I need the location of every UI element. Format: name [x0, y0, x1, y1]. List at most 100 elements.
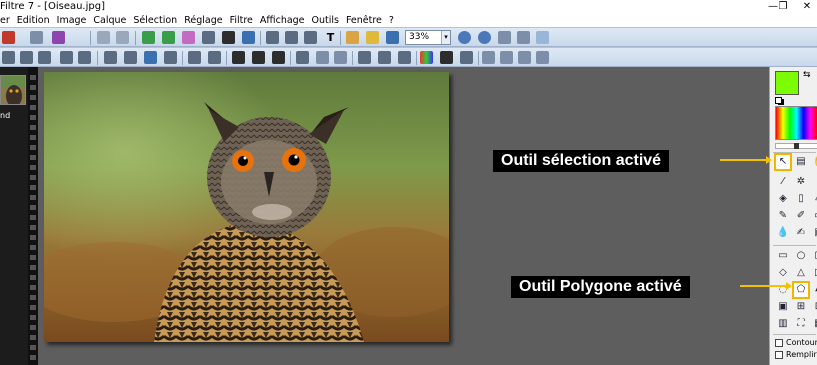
copy-icon[interactable] [142, 31, 155, 44]
contour-checkbox[interactable] [775, 339, 783, 347]
fullscreen-icon[interactable] [536, 31, 549, 44]
tiles-icon[interactable] [518, 51, 531, 64]
image-icon[interactable] [202, 31, 215, 44]
menu-selection[interactable]: Sélection [133, 15, 177, 26]
brush-icon[interactable]: ✎ [776, 209, 790, 223]
fill-bucket-icon[interactable]: ◈ [776, 192, 790, 206]
brightness-icon[interactable] [104, 51, 117, 64]
plugin-icon[interactable] [346, 31, 359, 44]
magic-wand-icon[interactable]: ✲ [794, 175, 808, 189]
clone-brush-icon[interactable]: ✐ [794, 209, 808, 223]
resize-icon[interactable] [285, 31, 298, 44]
perspective-icon[interactable] [208, 51, 221, 64]
remplir-checkbox[interactable] [775, 351, 783, 359]
menu-calque[interactable]: Calque [93, 15, 126, 26]
balance-icon[interactable] [144, 51, 157, 64]
emboss-icon[interactable] [378, 51, 391, 64]
frame-icon[interactable] [296, 51, 309, 64]
hue-icon[interactable] [164, 51, 177, 64]
selection-shrink-icon[interactable]: ⊟ [812, 300, 817, 314]
layer-icon[interactable] [182, 31, 195, 44]
effect-icon[interactable] [242, 31, 255, 44]
level-icon[interactable] [60, 51, 73, 64]
selection-expand-icon[interactable]: ⊞ [794, 300, 808, 314]
batch-icon[interactable] [366, 31, 379, 44]
new-file-icon[interactable] [2, 31, 15, 44]
menu-outils[interactable]: Outils [312, 15, 339, 26]
blur-icon[interactable] [272, 51, 285, 64]
menu-edition[interactable]: Edition [17, 15, 50, 26]
polygon-tool-icon[interactable]: ⬠ [792, 281, 810, 299]
settings-icon[interactable] [536, 51, 549, 64]
folder-shape-icon[interactable]: ▰ [812, 283, 817, 297]
effects-icon[interactable] [460, 51, 473, 64]
line-tool-icon[interactable]: / [812, 175, 817, 189]
select-mode-icon[interactable] [2, 51, 15, 64]
capture-icon[interactable] [386, 31, 399, 44]
open-icon[interactable] [30, 31, 43, 44]
diamond-icon[interactable]: ◇ [776, 266, 790, 280]
hand-tool-icon[interactable]: ✋ [812, 155, 817, 169]
foreground-color-swatch[interactable] [775, 71, 799, 95]
chevron-down-icon[interactable]: ▾ [441, 31, 450, 44]
color-icon[interactable] [420, 51, 433, 64]
menu-reglage[interactable]: Réglage [184, 15, 222, 26]
grid-icon[interactable] [222, 31, 235, 44]
drop-2-icon[interactable] [334, 51, 347, 64]
text-icon[interactable]: T [324, 31, 337, 44]
color-spectrum[interactable] [775, 106, 817, 140]
close-button[interactable]: ✕ [797, 0, 817, 13]
pipette-icon[interactable]: ⁄ [776, 175, 790, 189]
actual-size-icon[interactable] [517, 31, 530, 44]
drop-icon[interactable] [316, 51, 329, 64]
menu-filtre[interactable]: Filtre [230, 15, 253, 26]
rounded-rect-icon[interactable]: ▢ [812, 249, 817, 263]
undo-icon[interactable] [97, 31, 110, 44]
print-icon[interactable] [52, 31, 65, 44]
restore-button[interactable]: ❐ [773, 0, 793, 13]
save-selection-icon[interactable]: ▤ [794, 155, 808, 169]
columns-icon[interactable] [482, 51, 495, 64]
ellipse-icon[interactable]: ○ [794, 249, 808, 263]
menu-help[interactable]: ? [389, 15, 394, 26]
align-left-icon[interactable]: ▥ [776, 317, 790, 331]
zoom-select[interactable]: 33% ▾ [405, 30, 451, 45]
curve-icon[interactable] [78, 51, 91, 64]
sharpen-icon[interactable] [252, 51, 265, 64]
right-triangle-icon[interactable]: ▷ [812, 266, 817, 280]
color-slider[interactable] [775, 143, 817, 149]
owl-photo[interactable] [44, 72, 449, 342]
selection-rect-icon[interactable]: ▣ [776, 300, 790, 314]
fit-window-icon[interactable] [498, 31, 511, 44]
contrast-icon[interactable] [124, 51, 137, 64]
corners-icon[interactable]: ⛶ [794, 317, 808, 331]
image-thumbnail[interactable] [0, 75, 26, 105]
ripple-icon[interactable] [398, 51, 411, 64]
select-add-icon[interactable] [20, 51, 33, 64]
eraser-icon[interactable]: ▭ [812, 209, 817, 223]
zoom-in-icon[interactable] [458, 31, 471, 44]
canvas-workspace[interactable] [38, 67, 769, 365]
spray-icon[interactable]: ▯ [794, 192, 808, 206]
menu-fichier[interactable]: er [0, 15, 10, 26]
slider-handle[interactable] [794, 143, 799, 149]
paste-icon[interactable] [162, 31, 175, 44]
rows-icon[interactable] [500, 51, 513, 64]
stamp-icon[interactable]: ▣ [812, 226, 817, 240]
smudge-icon[interactable]: ✍ [794, 226, 808, 240]
gradient-tool-icon[interactable]: ▱ [812, 192, 817, 206]
menu-affichage[interactable]: Affichage [260, 15, 305, 26]
wave-icon[interactable] [358, 51, 371, 64]
menu-fenetre[interactable]: Fenêtre [346, 15, 382, 26]
triangle-icon[interactable]: △ [794, 266, 808, 280]
menu-image[interactable]: Image [57, 15, 87, 26]
selection-tool-icon[interactable]: ↖ [774, 153, 792, 171]
rotate-icon[interactable] [304, 31, 317, 44]
transform-icon[interactable] [188, 51, 201, 64]
redo-icon[interactable] [116, 31, 129, 44]
select-subtract-icon[interactable] [38, 51, 51, 64]
grayscale-icon[interactable] [440, 51, 453, 64]
noise-icon[interactable] [232, 51, 245, 64]
align-right-icon[interactable]: ▦ [812, 317, 817, 331]
swap-colors-icon[interactable]: ⇆ [803, 70, 811, 80]
